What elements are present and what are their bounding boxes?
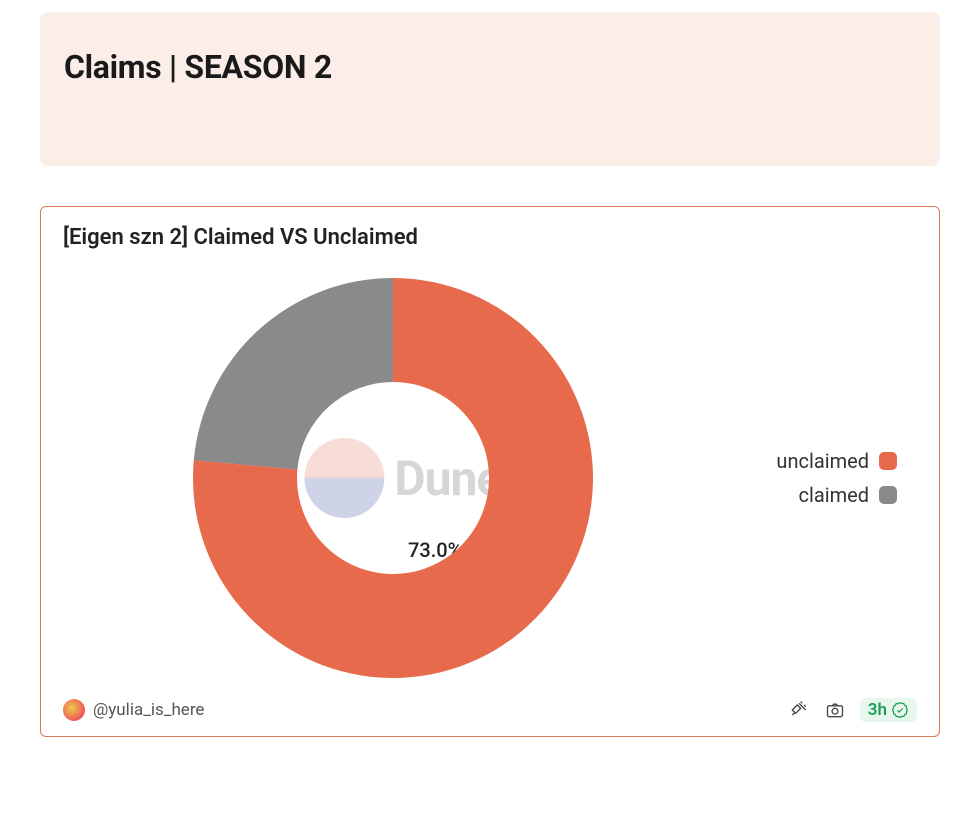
legend-label: unclaimed: [776, 449, 869, 473]
chart-card-footer: @yulia_is_here 3h: [63, 698, 917, 722]
chart-title: [Eigen szn 2] Claimed VS Unclaimed: [63, 225, 917, 250]
chart-legend: unclaimed claimed: [776, 449, 897, 507]
legend-swatch: [879, 452, 897, 470]
donut-svg: [183, 268, 603, 688]
refresh-age-badge[interactable]: 3h: [860, 698, 917, 722]
slice-claimed: [194, 278, 393, 469]
chart-body: Dune 27.0% 73.0% unclaimed claimed: [63, 268, 917, 688]
page-title: Claims | SEASON 2: [64, 48, 916, 86]
donut-chart: Dune 27.0% 73.0%: [183, 268, 603, 688]
author-link[interactable]: @yulia_is_here: [63, 699, 204, 721]
page-header-card: Claims | SEASON 2: [40, 12, 940, 166]
author-handle: @yulia_is_here: [93, 700, 204, 720]
footer-actions: 3h: [788, 698, 917, 722]
chart-card: [Eigen szn 2] Claimed VS Unclaimed Dune …: [40, 206, 940, 737]
legend-swatch: [879, 486, 897, 504]
avatar: [63, 699, 85, 721]
refresh-age-text: 3h: [868, 700, 887, 720]
plug-icon[interactable]: [788, 699, 810, 721]
verified-check-icon: [891, 701, 909, 719]
legend-item-unclaimed[interactable]: unclaimed: [776, 449, 897, 473]
camera-icon[interactable]: [824, 699, 846, 721]
legend-label: claimed: [799, 483, 870, 507]
legend-item-claimed[interactable]: claimed: [799, 483, 898, 507]
